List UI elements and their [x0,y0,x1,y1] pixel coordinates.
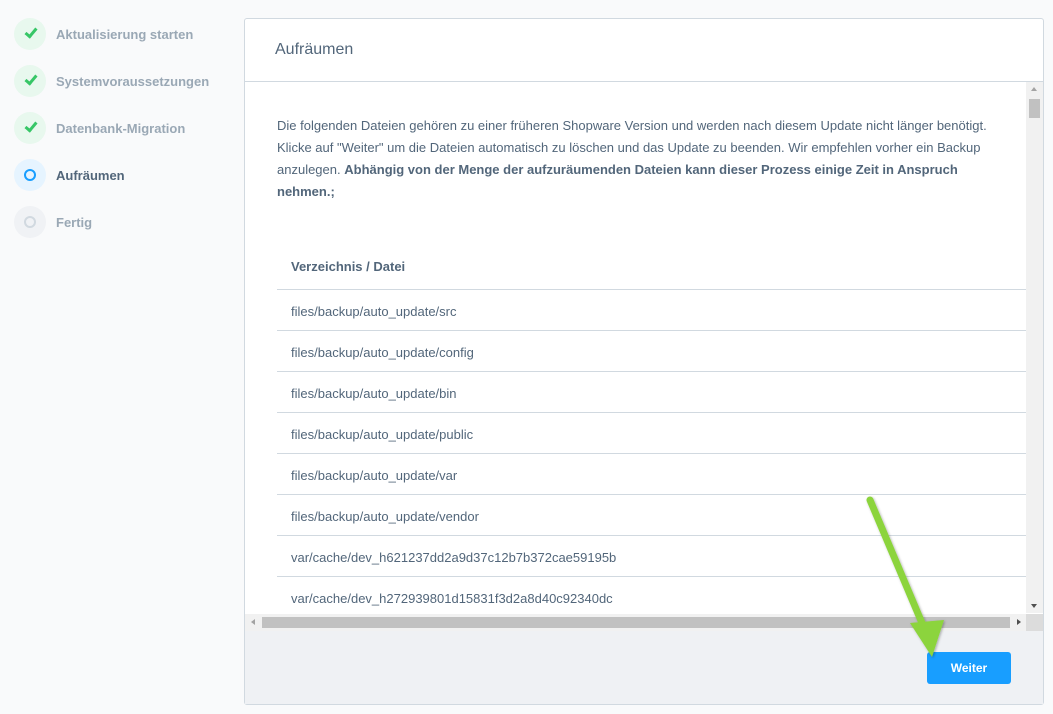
table-row: files/backup/auto_update/var [277,454,1026,495]
step-label: Datenbank-Migration [56,120,186,136]
step-done-indicator [14,18,46,50]
pending-circle-icon [24,216,36,228]
vertical-scrollbar[interactable] [1026,82,1043,613]
step-datenbank-migration: Datenbank-Migration [14,112,234,144]
step-done-indicator [14,112,46,144]
step-pending-indicator [14,206,46,238]
file-table: Verzeichnis / Datei files/backup/auto_up… [277,228,1026,618]
card-header: Aufräumen [245,19,1043,82]
horizontal-scrollbar[interactable] [245,614,1027,631]
step-label: Systemvoraussetzungen [56,73,210,89]
table-row: files/backup/auto_update/vendor [277,495,1026,536]
step-label: Aufräumen [56,167,125,183]
table-row: files/backup/auto_update/src [277,290,1026,331]
table-row: var/cache/dev_h621237dd2a9d37c12b7b372ca… [277,536,1026,577]
step-aktualisierung-starten: Aktualisierung starten [14,18,234,50]
intro-text: Die folgenden Dateien gehören zu einer f… [277,115,997,203]
check-icon [23,71,38,86]
table-row: files/backup/auto_update/public [277,413,1026,454]
scroll-right-arrow-icon[interactable] [1017,619,1021,625]
check-icon [23,118,38,133]
step-aufraeumen: Aufräumen [14,159,234,191]
horizontal-scroll-thumb[interactable] [262,617,1010,628]
next-button[interactable]: Weiter [927,652,1011,684]
active-circle-icon [24,169,36,181]
step-fertig: Fertig [14,206,234,238]
page-title: Aufräumen [275,41,354,58]
check-icon [23,24,38,39]
scroll-down-arrow-icon[interactable] [1031,604,1037,608]
intro-warning: Abhängig von der Menge der aufzuräumende… [277,162,958,199]
step-label: Fertig [56,214,93,230]
step-label: Aktualisierung starten [56,26,194,42]
table-row: var/cache/dev_h272939801d15831f3d2a8d40c… [277,577,1026,618]
step-systemvoraussetzungen: Systemvoraussetzungen [14,65,234,97]
scrollbar-corner [1026,614,1043,631]
table-row: files/backup/auto_update/bin [277,372,1026,413]
vertical-scroll-thumb[interactable] [1029,99,1040,118]
table-row: files/backup/auto_update/config [277,331,1026,372]
card-body-scroll-area[interactable]: Die folgenden Dateien gehören zu einer f… [245,82,1043,632]
cleanup-card: Aufräumen Die folgenden Dateien gehören … [244,18,1044,705]
step-active-indicator [14,159,46,191]
scroll-up-arrow-icon[interactable] [1031,87,1037,91]
scroll-left-arrow-icon[interactable] [251,619,255,625]
table-header: Verzeichnis / Datei [277,228,1026,290]
card-footer: Weiter [245,631,1043,704]
step-done-indicator [14,65,46,97]
